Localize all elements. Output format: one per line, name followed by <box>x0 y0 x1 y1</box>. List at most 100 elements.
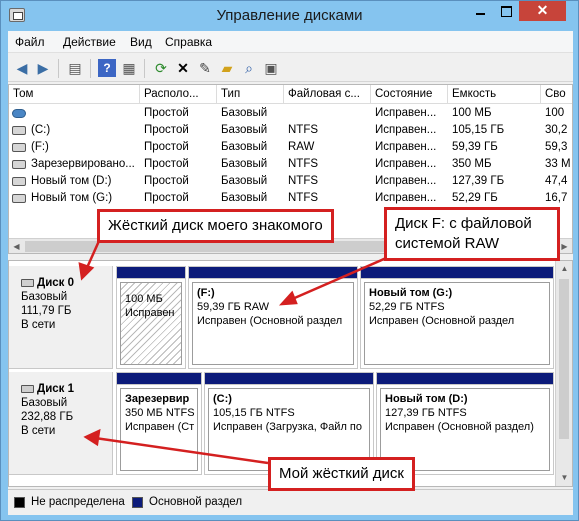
minimize-button[interactable] <box>467 1 493 21</box>
properties-icon[interactable]: ▦ <box>120 59 138 77</box>
column-header-layout[interactable]: Располо... <box>140 85 217 104</box>
scrollbar-thumb[interactable] <box>559 279 569 439</box>
forward-icon[interactable]: ▶ <box>34 59 52 77</box>
volume-free: 59,3 <box>545 141 568 153</box>
settings-icon[interactable]: ✎ <box>196 59 214 77</box>
toolbar: ◀ ▶ ▤ ? ▦ ⟳ ✕ ✎ ▰ ⌕ ▣ <box>8 54 573 82</box>
primary-partition-swatch <box>132 497 143 508</box>
volume-status: Исправен... <box>375 192 437 204</box>
volume-icon <box>12 177 26 186</box>
help-icon[interactable]: ? <box>98 59 116 77</box>
volume-status: Исправен... <box>375 141 437 153</box>
legend-unallocated: Не распределена <box>31 496 125 508</box>
partition-system-reserved-100mb[interactable]: 100 МБ Исправен <box>116 266 186 369</box>
partition-size: 350 МБ NTFS <box>125 407 195 419</box>
scroll-up-icon[interactable]: ▲ <box>556 261 572 277</box>
scroll-down-icon[interactable]: ▼ <box>556 470 572 486</box>
legend: Не распределена Основной раздел <box>8 489 573 513</box>
menu-file[interactable]: Файл <box>15 35 45 49</box>
volume-capacity: 105,15 ГБ <box>452 124 505 136</box>
menu-action[interactable]: Действие <box>63 35 116 49</box>
volume-filesystem <box>284 105 371 122</box>
partition-size: 59,39 ГБ RAW <box>197 301 270 313</box>
volume-icon <box>12 160 26 169</box>
disk-0-label[interactable]: Диск 0 Базовый 111,79 ГБ В сети <box>9 266 113 369</box>
partition-g[interactable]: Новый том (G:) 52,29 ГБ NTFS Исправен (О… <box>360 266 554 369</box>
partition-size: 127,39 ГБ NTFS <box>385 407 467 419</box>
toolbar-separator <box>58 59 59 78</box>
volume-type: Базовый <box>221 124 268 136</box>
column-header-status[interactable]: Состояние <box>371 85 448 104</box>
disk-type: Базовый <box>21 291 68 303</box>
volume-name: (F:) <box>31 141 49 153</box>
volume-free: 47,4 <box>545 175 568 187</box>
close-button[interactable]: ✕ <box>519 1 566 21</box>
scroll-left-icon[interactable]: ◀ <box>9 239 24 253</box>
client-area: Файл Действие Вид Справка ◀ ▶ ▤ ? ▦ ⟳ ✕ … <box>8 31 573 515</box>
disk-size: 232,88 ГБ <box>21 411 74 423</box>
open-folder-icon[interactable]: ▰ <box>218 59 236 77</box>
menu-help[interactable]: Справка <box>165 35 212 49</box>
partition-status: Исправен (Загрузка, Файл по <box>213 421 362 433</box>
partition-size: 52,29 ГБ NTFS <box>369 301 445 313</box>
column-header-free[interactable]: Сво <box>541 85 572 104</box>
menu-view[interactable]: Вид <box>130 35 152 49</box>
volume-icon <box>12 126 26 135</box>
toolbar-separator <box>90 59 91 78</box>
volume-layout: Простой <box>144 124 189 136</box>
partition-size: 100 МБ <box>125 293 163 305</box>
back-icon[interactable]: ◀ <box>13 59 31 77</box>
disk-1-label[interactable]: Диск 1 Базовый 232,88 ГБ В сети <box>9 372 113 475</box>
column-header-filesystem[interactable]: Файловая с... <box>284 85 371 104</box>
volume-type: Базовый <box>221 141 268 153</box>
volume-name: Новый том (D:) <box>31 175 112 187</box>
table-row[interactable]: (F:) Простой Базовый RAW Исправен... 59,… <box>9 139 572 156</box>
disk-name: Диск 0 <box>37 277 75 289</box>
volume-filesystem: NTFS <box>288 192 319 204</box>
volume-layout: Простой <box>144 175 189 187</box>
partition-status: Исправен (Основной раздел <box>197 315 343 327</box>
title-bar[interactable]: Управление дисками ✕ <box>1 1 578 31</box>
annotation-disk-f-raw: Диск F: с файловой системой RAW <box>384 207 560 261</box>
column-header-capacity[interactable]: Емкость <box>448 85 541 104</box>
console-tree-icon[interactable]: ▤ <box>66 59 84 77</box>
vertical-scrollbar[interactable]: ▲ ▼ <box>555 261 572 486</box>
table-row[interactable]: Зарезервировано... Простой Базовый NTFS … <box>9 156 572 173</box>
partition-status: Исправен (Ст <box>125 421 195 433</box>
search-icon[interactable]: ⌕ <box>240 59 258 77</box>
annotation-friends-disk: Жёсткий диск моего знакомого <box>97 209 334 243</box>
volume-icon <box>12 194 26 203</box>
volume-name: (C:) <box>31 124 51 136</box>
partition-name: Новый том (D:) <box>385 393 468 405</box>
table-row[interactable]: Простой Базовый Исправен... 100 МБ 100 <box>9 105 572 122</box>
maximize-button[interactable] <box>493 1 519 21</box>
partition-name: Новый том (G:) <box>369 287 453 299</box>
table-row[interactable]: (C:) Простой Базовый NTFS Исправен... 10… <box>9 122 572 139</box>
volume-layout: Простой <box>144 141 189 153</box>
table-row[interactable]: Новый том (D:) Простой Базовый NTFS Испр… <box>9 173 572 190</box>
partition-system-reserved-350mb[interactable]: Зарезервир 350 МБ NTFS Исправен (Ст <box>116 372 202 475</box>
volume-capacity: 127,39 ГБ <box>452 175 505 187</box>
refresh-icon[interactable]: ⟳ <box>152 59 170 77</box>
volume-free: 16,7 <box>545 192 568 204</box>
volume-layout: Простой <box>144 158 189 170</box>
volume-free: 33 М <box>545 158 571 170</box>
disk-size: 111,79 ГБ <box>21 305 72 317</box>
column-header-volume[interactable]: Том <box>9 85 140 104</box>
annotation-line: системой RAW <box>395 235 500 252</box>
volume-status: Исправен... <box>375 124 437 136</box>
partition-f[interactable]: (F:) 59,39 ГБ RAW Исправен (Основной раз… <box>188 266 358 369</box>
volume-icon <box>12 109 26 118</box>
volume-capacity: 59,39 ГБ <box>452 141 498 153</box>
volume-name: Новый том (G:) <box>31 192 113 204</box>
export-icon[interactable]: ▣ <box>262 59 280 77</box>
table-row[interactable]: Новый том (G:) Простой Базовый NTFS Испр… <box>9 190 572 207</box>
column-header-type[interactable]: Тип <box>217 85 284 104</box>
disk-type: Базовый <box>21 397 68 409</box>
volume-capacity: 52,29 ГБ <box>452 192 498 204</box>
volume-type: Базовый <box>221 158 268 170</box>
volume-free: 100 <box>545 107 565 119</box>
volume-capacity: 350 МБ <box>452 158 492 170</box>
partition-bar <box>205 373 373 385</box>
delete-icon[interactable]: ✕ <box>174 59 192 77</box>
